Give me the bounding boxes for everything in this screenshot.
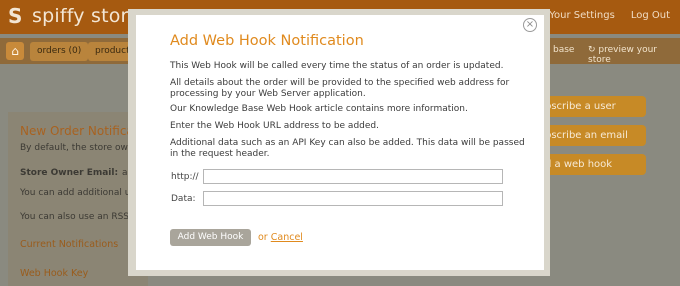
preview-label: preview your store: [588, 45, 657, 65]
panel-description: By default, the store owne: [20, 143, 140, 153]
add-web-hook-side-button[interactable]: d a web hook: [535, 154, 646, 175]
store-logo[interactable]: S spiffy store: [8, 5, 140, 27]
current-notifications-link[interactable]: Current Notifications: [20, 239, 118, 250]
dialog-text-status: This Web Hook will be called every time …: [170, 61, 504, 71]
top-link-logout[interactable]: Log Out: [631, 10, 670, 21]
data-label: Data:: [171, 194, 196, 204]
preview-icon: ↻: [588, 45, 599, 55]
owner-email-label: Store Owner Email:: [20, 168, 119, 178]
logo-text: spiffy store: [32, 5, 141, 27]
add-web-hook-button[interactable]: Add Web Hook: [170, 229, 251, 246]
dialog-text-additional-data: Additional data such as an API Key can a…: [170, 138, 525, 159]
spiffy-logo-icon: S: [8, 4, 23, 28]
web-hook-key-link[interactable]: Web Hook Key: [20, 268, 88, 279]
notifications-panel: [8, 112, 148, 286]
subscribe-email-button[interactable]: bscribe an email: [535, 125, 646, 146]
home-icon[interactable]: ⌂: [6, 42, 24, 60]
cancel-link[interactable]: Cancel: [271, 232, 303, 243]
web-hook-data-input[interactable]: [203, 191, 503, 206]
url-label: http://: [171, 172, 199, 182]
or-text: or: [258, 232, 268, 243]
dialog-text-details: All details about the order will be prov…: [170, 78, 510, 99]
nav-preview-store[interactable]: ↻ preview your store: [588, 45, 680, 65]
panel-rss-text: You can also use an RSS re: [20, 212, 141, 222]
top-link-settings[interactable]: Your Settings: [549, 10, 615, 21]
close-icon[interactable]: ×: [523, 18, 537, 32]
dialog-text-enter-url: Enter the Web Hook URL address to be add…: [170, 121, 379, 131]
web-hook-url-input[interactable]: [203, 169, 503, 184]
dialog-title: Add Web Hook Notification: [170, 33, 364, 49]
dialog-text-knowledge-base: Our Knowledge Base Web Hook article cont…: [170, 104, 468, 114]
nav-knowledge-base[interactable]: base: [553, 45, 574, 55]
subscribe-user-button[interactable]: bscribe a user: [535, 96, 646, 117]
or-cancel: or Cancel: [258, 232, 303, 243]
panel-add-text: You can add additional use: [20, 188, 141, 198]
tab-orders[interactable]: orders (0): [30, 42, 89, 61]
